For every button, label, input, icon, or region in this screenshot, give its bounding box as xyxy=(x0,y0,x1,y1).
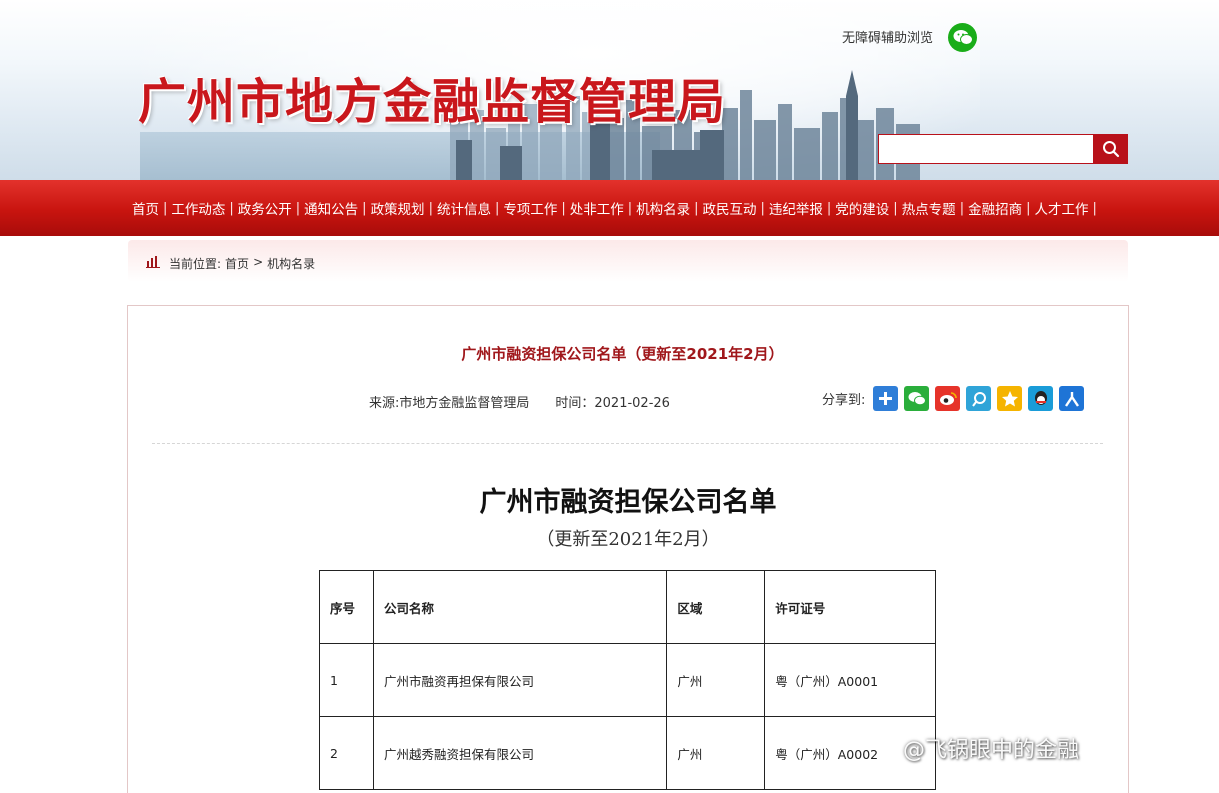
nav-separator: | xyxy=(561,200,566,216)
column-header-license: 许可证号 xyxy=(764,570,936,644)
nav-separator: | xyxy=(1026,200,1031,216)
table-header-row: 序号 公司名称 区域 许可证号 xyxy=(319,570,936,644)
content-divider xyxy=(152,443,1103,444)
nav-item[interactable]: 政务公开 xyxy=(238,198,292,218)
document-subtitle: （更新至2021年2月） xyxy=(536,529,720,550)
nav-separator: | xyxy=(627,200,633,216)
breadcrumb-separator: > xyxy=(253,255,264,269)
header-banner: 广州市地方金融监督管理局 无障碍辅助浏览 xyxy=(0,0,1219,180)
breadcrumb-prefix: 当前位置: xyxy=(169,257,222,271)
nav-item[interactable]: 通知公告 xyxy=(304,198,358,218)
cell-index: 2 xyxy=(319,716,374,790)
tencent-weibo-icon[interactable] xyxy=(966,386,992,411)
search-input[interactable] xyxy=(878,134,1094,164)
share-bar: 分享到: xyxy=(822,386,1085,411)
nav-item[interactable]: 机构名录 xyxy=(636,198,690,218)
nav-separator: | xyxy=(760,200,765,216)
qzone-icon[interactable] xyxy=(997,386,1023,411)
accessibility-link[interactable]: 无障碍辅助浏览 xyxy=(842,27,933,46)
watermark-text: @飞锅眼中的金融 xyxy=(903,738,1080,763)
qq-icon[interactable] xyxy=(1028,386,1054,411)
share-label: 分享到: xyxy=(822,393,866,408)
site-title: 广州市地方金融监督管理局 xyxy=(138,74,727,130)
nav-item[interactable]: 政民互动 xyxy=(703,198,757,218)
nav-item[interactable]: 政策规划 xyxy=(371,198,425,218)
nav-item[interactable]: 金融招商 xyxy=(968,198,1022,218)
nav-separator: | xyxy=(826,200,832,216)
article-title: 广州市融资担保公司名单（更新至2021年2月） xyxy=(461,345,784,363)
weibo-share-icon[interactable] xyxy=(935,386,961,411)
breadcrumb-current-link[interactable]: 机构名录 xyxy=(267,255,315,272)
nav-item[interactable]: 工作动态 xyxy=(171,198,225,218)
article-meta: 来源:市地方金融监督管理局 时间：2021-02-26 xyxy=(369,392,670,411)
nav-separator: | xyxy=(163,200,168,216)
nav-separator: | xyxy=(893,200,898,216)
renren-icon[interactable] xyxy=(1059,386,1085,411)
nav-items: 首页 | 工作动态 | 政务公开 | 通知公告 | 政策规划 | 统计信息 | 专项工作 | 处非工作 | 机构… xyxy=(132,180,1101,236)
nav-item[interactable]: 党的建设 xyxy=(835,198,889,218)
nav-item[interactable]: 统计信息 xyxy=(437,198,491,218)
search-icon xyxy=(1102,141,1119,158)
search-button[interactable] xyxy=(1093,134,1128,164)
table-row: 1 广州市融资再担保有限公司 广州 粤（广州）A0001 xyxy=(319,643,936,717)
nav-separator: | xyxy=(295,200,301,216)
nav-separator: | xyxy=(362,200,367,216)
nav-item[interactable]: 专项工作 xyxy=(503,198,557,218)
nav-item[interactable]: 处非工作 xyxy=(570,198,624,218)
nav-item[interactable]: 人才工作 xyxy=(1034,198,1088,218)
table-row: 2 广州越秀融资担保有限公司 广州 粤（广州）A0002 xyxy=(319,716,936,790)
cell-region: 广州 xyxy=(666,643,766,717)
document-title: 广州市融资担保公司名单 xyxy=(479,487,777,518)
nav-item[interactable]: 热点专题 xyxy=(902,198,956,218)
nav-separator: | xyxy=(494,200,500,216)
cell-company: 广州越秀融资担保有限公司 xyxy=(372,716,668,790)
wechat-share-icon[interactable] xyxy=(904,386,930,411)
column-header-company: 公司名称 xyxy=(372,570,668,644)
cell-index: 1 xyxy=(319,643,374,717)
plus-share-icon[interactable] xyxy=(873,386,899,411)
breadcrumb-home-link[interactable]: 首页 xyxy=(225,255,249,272)
nav-separator: | xyxy=(1092,200,1097,216)
cell-company: 广州市融资再担保有限公司 xyxy=(372,643,668,717)
nav-item[interactable]: 违纪举报 xyxy=(769,198,823,218)
breadcrumb: 当前位置: 首页 > 机构名录 xyxy=(169,255,315,272)
article-source: 来源:市地方金融监督管理局 xyxy=(369,396,530,411)
nav-separator: | xyxy=(428,200,433,216)
wechat-icon[interactable] xyxy=(948,23,977,52)
nav-separator: | xyxy=(229,200,234,216)
guarantee-company-table: 序号 公司名称 区域 许可证号 1 广州市融资再担保有限公司 广州 粤（广州）A… xyxy=(319,570,936,790)
nav-separator: | xyxy=(694,200,699,216)
main-nav: 首页 | 工作动态 | 政务公开 | 通知公告 | 政策规划 | 统计信息 | 专项工作 | 处非工作 | 机构… xyxy=(0,180,1219,236)
bar-chart-icon xyxy=(146,256,160,268)
nav-item[interactable]: 首页 xyxy=(132,198,159,218)
nav-separator: | xyxy=(959,200,965,216)
column-header-region: 区域 xyxy=(666,570,766,644)
cell-region: 广州 xyxy=(666,716,766,790)
article-time: 时间：2021-02-26 xyxy=(555,396,670,411)
cell-license: 粤（广州）A0001 xyxy=(764,643,936,717)
column-header-index: 序号 xyxy=(319,570,374,644)
